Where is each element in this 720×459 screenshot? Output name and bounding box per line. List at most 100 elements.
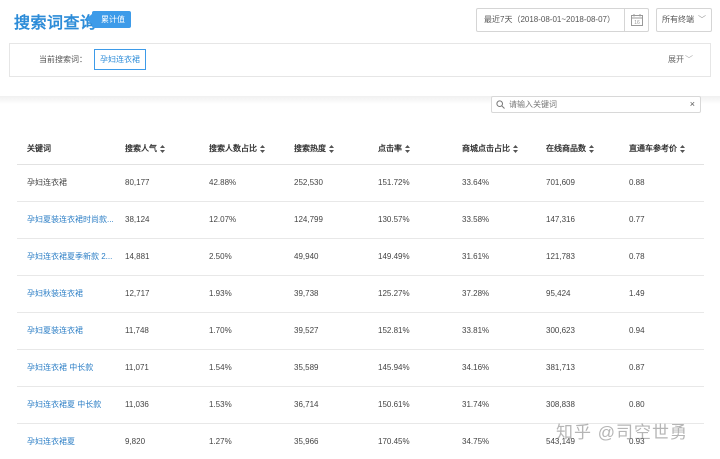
cell-mall-click-share: 34.75% (452, 423, 536, 459)
date-range-text: 最近7天（2018-08-01~2018-08-07） (484, 15, 615, 24)
sort-icon (680, 145, 685, 154)
keyword-search-box[interactable]: × (491, 96, 701, 113)
cell-ztc-price: 0.87 (619, 349, 704, 387)
cell-mall-click-share: 33.58% (452, 201, 536, 239)
sort-icon (405, 145, 410, 154)
column-header-keyword: 关键词 (17, 134, 115, 165)
expand-toggle[interactable]: 展开 (668, 44, 684, 76)
calendar-day: 16 (634, 20, 640, 26)
cell-search-popularity: 11,748 (115, 312, 199, 350)
expand-chevron-icon[interactable]: ﹀ (685, 44, 693, 76)
column-header-mall-click-share[interactable]: 商城点击占比 (452, 134, 536, 165)
sort-icon (260, 145, 265, 154)
cell-search-popularity: 11,071 (115, 349, 199, 387)
cell-ztc-price: 0.78 (619, 238, 704, 276)
cell-online-products: 147,316 (536, 201, 619, 239)
sort-icon (589, 145, 594, 154)
keyword-table: 关键词 搜索人气 搜索人数占比 搜索热度 点击率 商城点击占比 在线商品数 直通… (17, 134, 704, 459)
keyword-link[interactable]: 孕妇连衣裙 中长款 (17, 349, 115, 387)
keyword-link[interactable]: 孕妇连衣裙夏 中长款 (17, 386, 115, 424)
filter-bar: 当前搜索词： 孕妇连衣裙 展开 ﹀ (9, 43, 711, 77)
cell-searcher-share: 12.07% (199, 201, 284, 239)
keyword-link[interactable]: 孕妇连衣裙夏季新款 2... (17, 238, 115, 276)
cell-ztc-price: 1.49 (619, 275, 704, 313)
cell-online-products: 121,783 (536, 238, 619, 276)
column-header-search-popularity[interactable]: 搜索人气 (115, 134, 199, 165)
cell-search-popularity: 12,717 (115, 275, 199, 313)
table-row: 孕妇连衣裙 80,177 42.88% 252,530 151.72% 33.6… (17, 164, 704, 202)
current-keyword-label: 当前搜索词： (39, 55, 87, 64)
cell-mall-click-share: 33.64% (452, 164, 536, 202)
keyword-link[interactable]: 孕妇夏装连衣裙 (17, 312, 115, 350)
column-header-ctr[interactable]: 点击率 (368, 134, 452, 165)
terminal-select[interactable]: 所有终端 ﹀ (656, 8, 712, 32)
keyword-link[interactable]: 孕妇连衣裙夏 (17, 423, 115, 459)
cell-search-heat: 124,799 (284, 201, 368, 239)
table-row: 孕妇夏装连衣裙 11,748 1.70% 39,527 152.81% 33.8… (17, 312, 704, 350)
cell-search-popularity: 38,124 (115, 201, 199, 239)
watermark: 知乎 @司空世勇 (556, 423, 688, 442)
date-range-picker[interactable]: 最近7天（2018-08-01~2018-08-07） 16 (476, 8, 649, 32)
sort-icon (160, 145, 165, 154)
cell-mall-click-share: 37.28% (452, 275, 536, 313)
cell-online-products: 381,713 (536, 349, 619, 387)
sort-icon (513, 145, 518, 154)
cell-searcher-share: 1.27% (199, 423, 284, 459)
keyword-link[interactable]: 孕妇秋装连衣裙 (17, 275, 115, 313)
table-row: 孕妇连衣裙夏季新款 2... 14,881 2.50% 49,940 149.4… (17, 238, 704, 276)
table-header-row: 关键词 搜索人气 搜索人数占比 搜索热度 点击率 商城点击占比 在线商品数 直通… (17, 134, 704, 165)
clear-icon[interactable]: × (690, 97, 695, 112)
cell-ctr: 170.45% (368, 423, 452, 459)
cell-searcher-share: 1.70% (199, 312, 284, 350)
cell-online-products: 701,609 (536, 164, 619, 202)
cell-ctr: 130.57% (368, 201, 452, 239)
chevron-down-icon: ﹀ (698, 15, 706, 24)
cell-ztc-price: 0.77 (619, 201, 704, 239)
column-header-ztc-price[interactable]: 直通车参考价 (619, 134, 704, 165)
cell-ctr: 151.72% (368, 164, 452, 202)
cell-searcher-share: 42.88% (199, 164, 284, 202)
cell-ctr: 150.61% (368, 386, 452, 424)
column-header-searcher-share[interactable]: 搜索人数占比 (199, 134, 284, 165)
table-row: 孕妇连衣裙 中长款 11,071 1.54% 35,589 145.94% 34… (17, 349, 704, 387)
column-header-online-products[interactable]: 在线商品数 (536, 134, 619, 165)
cell-online-products: 95,424 (536, 275, 619, 313)
cell-searcher-share: 2.50% (199, 238, 284, 276)
keyword-link[interactable]: 孕妇夏装连衣裙时尚款... (17, 201, 115, 239)
cell-search-heat: 49,940 (284, 238, 368, 276)
cell-search-heat: 252,530 (284, 164, 368, 202)
cell-online-products: 300,623 (536, 312, 619, 350)
table-row: 孕妇夏装连衣裙时尚款... 38,124 12.07% 124,799 130.… (17, 201, 704, 239)
sort-icon (329, 145, 334, 154)
cell-search-heat: 35,589 (284, 349, 368, 387)
cell-search-heat: 35,966 (284, 423, 368, 459)
column-header-search-heat[interactable]: 搜索热度 (284, 134, 368, 165)
cell-ctr: 125.27% (368, 275, 452, 313)
cell-mall-click-share: 31.74% (452, 386, 536, 424)
cell-ztc-price: 0.94 (619, 312, 704, 350)
cell-mall-click-share: 31.61% (452, 238, 536, 276)
cell-mall-click-share: 34.16% (452, 349, 536, 387)
cell-search-popularity: 14,881 (115, 238, 199, 276)
page-title: 搜索词查询 (14, 15, 97, 32)
cell-search-heat: 36,714 (284, 386, 368, 424)
cell-ztc-price: 0.88 (619, 164, 704, 202)
table-row: 孕妇秋装连衣裙 12,717 1.93% 39,738 125.27% 37.2… (17, 275, 704, 313)
cell-search-popularity: 9,820 (115, 423, 199, 459)
cell-search-popularity: 11,036 (115, 386, 199, 424)
search-icon (496, 100, 505, 111)
cell-ctr: 152.81% (368, 312, 452, 350)
cell-ctr: 145.94% (368, 349, 452, 387)
terminal-select-value: 所有终端 (662, 15, 694, 24)
current-keyword-chip[interactable]: 孕妇连衣裙 (94, 49, 146, 70)
cell-searcher-share: 1.53% (199, 386, 284, 424)
calendar-icon[interactable]: 16 (624, 9, 648, 31)
cell-mall-click-share: 33.81% (452, 312, 536, 350)
cell-ctr: 149.49% (368, 238, 452, 276)
cell-search-heat: 39,738 (284, 275, 368, 313)
cell-searcher-share: 1.54% (199, 349, 284, 387)
search-input[interactable] (509, 97, 679, 112)
cell-search-heat: 39,527 (284, 312, 368, 350)
cell-search-popularity: 80,177 (115, 164, 199, 202)
cumulative-badge: 累计值 (86, 11, 131, 28)
